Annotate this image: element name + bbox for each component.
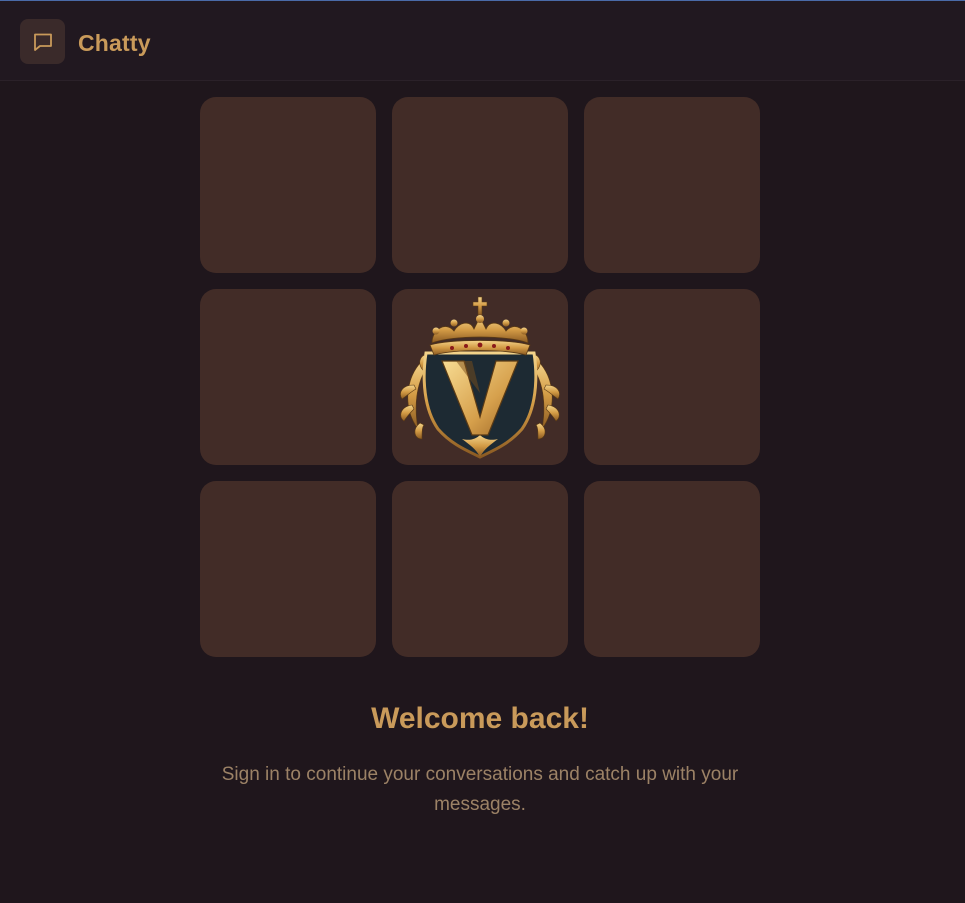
decorative-tile-grid [200, 97, 760, 657]
grid-tile-emblem [392, 289, 568, 465]
chat-bubble-icon [33, 33, 52, 51]
grid-tile [200, 97, 376, 273]
grid-tile [584, 481, 760, 657]
app-name[interactable]: Chatty [78, 29, 151, 57]
crown-v-emblem-icon [400, 296, 560, 459]
grid-tile [584, 289, 760, 465]
grid-tile [392, 481, 568, 657]
grid-tile [392, 97, 568, 273]
top-navbar: Chatty [0, 1, 965, 81]
grid-tile [584, 97, 760, 273]
grid-tile [200, 289, 376, 465]
welcome-title: Welcome back! [371, 702, 589, 735]
app-logo-button[interactable] [20, 19, 65, 64]
welcome-subtitle: Sign in to continue your conversations a… [221, 764, 739, 815]
grid-tile [200, 481, 376, 657]
